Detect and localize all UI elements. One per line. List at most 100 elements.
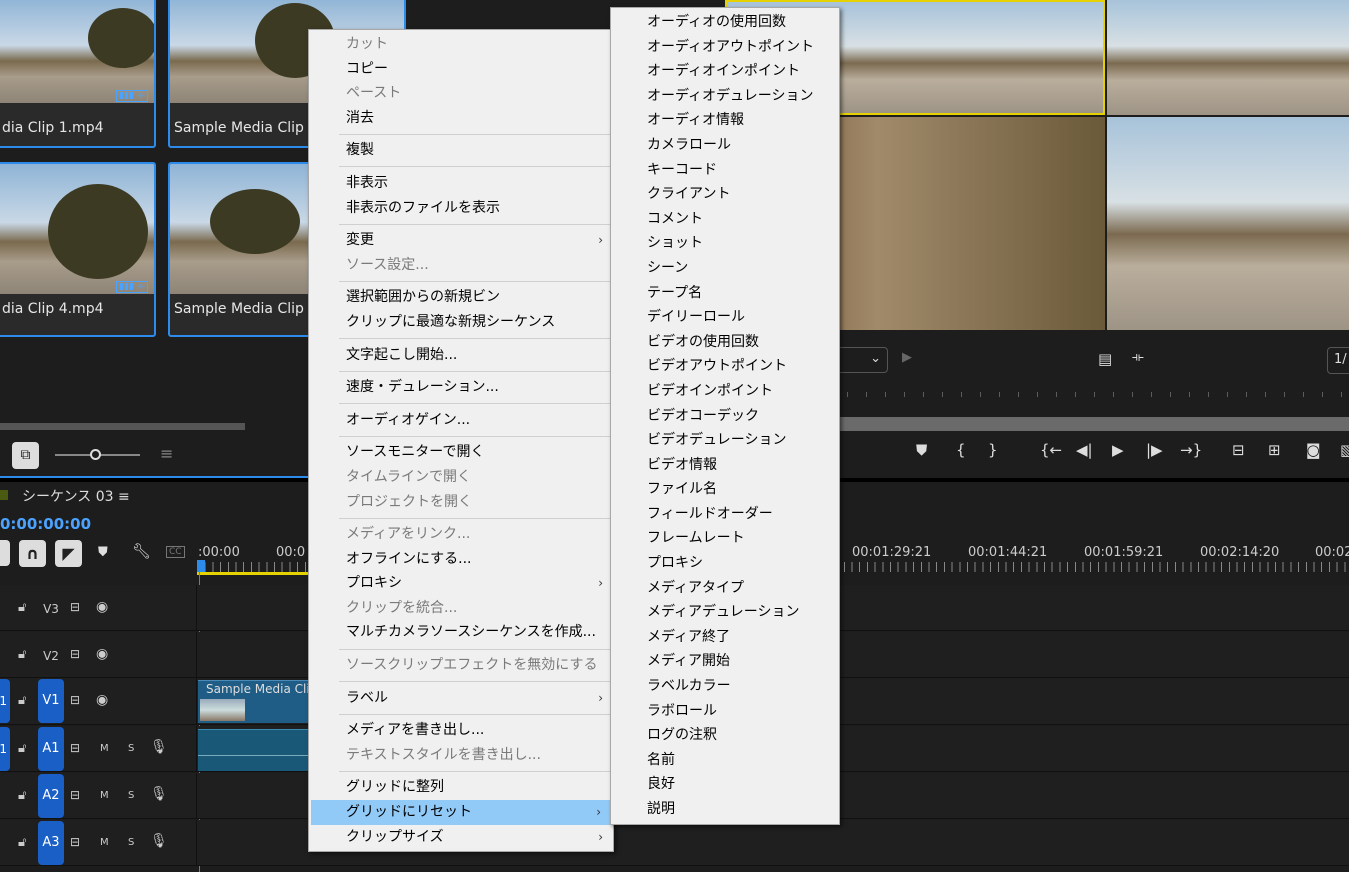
submenu-item[interactable]: ログの注釈	[611, 723, 839, 748]
submenu-item[interactable]: フィールドオーダー	[611, 502, 839, 527]
lock-icon[interactable]: 🔓︎	[18, 835, 26, 850]
step-back-icon[interactable]: ◀|	[1076, 441, 1093, 459]
menu-item[interactable]: ソースモニターで開く	[309, 440, 613, 465]
audio-clip[interactable]	[198, 729, 310, 771]
step-forward-icon[interactable]: |▶	[1146, 441, 1163, 459]
submenu-item[interactable]: ファイル名	[611, 477, 839, 502]
menu-item[interactable]: テキストスタイルを書き出し...	[309, 743, 613, 768]
microphone-icon[interactable]: 🎙︎	[150, 833, 168, 849]
sync-lock-icon[interactable]: ⊟	[70, 835, 80, 849]
menu-item[interactable]: 速度・デュレーション...	[309, 375, 613, 400]
submenu-item[interactable]: コメント	[611, 207, 839, 232]
microphone-icon[interactable]: 🎙︎	[150, 786, 168, 802]
menu-item[interactable]: ソースクリップエフェクトを無効にする	[309, 653, 613, 678]
comparison-view-icon[interactable]: ▧	[1340, 441, 1349, 459]
film-icon[interactable]: ▤	[1098, 350, 1112, 368]
submenu-item[interactable]: オーディオデュレーション	[611, 84, 839, 109]
submenu-item[interactable]: オーディオアウトポイント	[611, 35, 839, 60]
menu-item[interactable]: ペースト	[309, 81, 613, 106]
clip-thumbnail[interactable]: ▮▮▮ ⟛ dia Clip 1.mp4	[0, 0, 156, 148]
camera-icon[interactable]: ◙	[1306, 441, 1321, 459]
menu-item[interactable]: クリップを統合...	[309, 596, 613, 621]
menu-item[interactable]: メディアを書き出し...	[309, 718, 613, 743]
menu-item[interactable]: クリップサイズ ›	[309, 825, 613, 850]
track-target-toggle[interactable]: V3	[38, 602, 64, 616]
linked-selection-button[interactable]: ◤	[55, 540, 82, 567]
menu-item[interactable]: 消去	[309, 106, 613, 131]
submenu-item[interactable]: 良好	[611, 772, 839, 797]
menu-item[interactable]: オフラインにする...	[309, 547, 613, 572]
menu-item[interactable]: 非表示	[309, 171, 613, 196]
add-marker-icon[interactable]: ⛊	[98, 545, 108, 560]
menu-item[interactable]: グリッドに整列	[309, 775, 613, 800]
submenu-item[interactable]: メディア開始	[611, 649, 839, 674]
mark-in-icon[interactable]: {	[956, 441, 966, 459]
submenu-item[interactable]: メディアデュレーション	[611, 600, 839, 625]
horizontal-scrollbar[interactable]	[0, 423, 245, 430]
menu-item[interactable]: コピー	[309, 57, 613, 82]
track-target-toggle[interactable]: A2	[38, 774, 64, 818]
video-clip[interactable]: Sample Media Clip	[198, 680, 317, 723]
clip-thumbnail[interactable]: ▮▮▮ ⟛ dia Clip 4.mp4	[0, 162, 156, 337]
microphone-icon[interactable]: 🎙︎	[150, 739, 168, 755]
lock-icon[interactable]: 🔓︎	[18, 741, 26, 756]
menu-item[interactable]: メディアをリンク...	[309, 522, 613, 547]
menu-item[interactable]: カット	[309, 32, 613, 57]
menu-item[interactable]: 変更 ›	[309, 228, 613, 253]
menu-item[interactable]: ソース設定...	[309, 253, 613, 278]
menu-item[interactable]: プロキシ ›	[309, 571, 613, 596]
mute-button[interactable]: M	[100, 743, 109, 754]
track-target-toggle[interactable]: V2	[38, 649, 64, 663]
submenu-item[interactable]: オーディオの使用回数	[611, 10, 839, 35]
wrench-icon[interactable]: 🔧︎	[132, 542, 151, 560]
submenu-item[interactable]: カメラロール	[611, 133, 839, 158]
extract-icon[interactable]: ⊞	[1268, 441, 1281, 459]
submenu-item[interactable]: オーディオ情報	[611, 108, 839, 133]
insert-overwrite-button[interactable]	[0, 540, 10, 566]
menu-item[interactable]: ラベル ›	[309, 686, 613, 711]
menu-icon[interactable]: ≡	[118, 489, 130, 505]
work-area-bar[interactable]	[197, 572, 308, 575]
submenu-item[interactable]: テープ名	[611, 281, 839, 306]
source-patch[interactable]: 1	[0, 727, 10, 771]
submenu-item[interactable]: ビデオアウトポイント	[611, 354, 839, 379]
menu-item[interactable]: オーディオゲイン...	[309, 408, 613, 433]
submenu-item[interactable]: ビデオデュレーション	[611, 428, 839, 453]
submenu-item[interactable]: ラベルカラー	[611, 674, 839, 699]
submenu-item[interactable]: プロキシ	[611, 551, 839, 576]
submenu-item[interactable]: ビデオインポイント	[611, 379, 839, 404]
lock-icon[interactable]: 🔓︎	[18, 600, 26, 615]
track-target-toggle[interactable]: A1	[38, 727, 64, 771]
go-to-out-icon[interactable]: →}	[1180, 441, 1202, 459]
solo-button[interactable]: S	[128, 790, 134, 801]
submenu-item[interactable]: ビデオ情報	[611, 453, 839, 478]
menu-item[interactable]: 非表示のファイルを表示	[309, 196, 613, 221]
submenu-item[interactable]: ショット	[611, 231, 839, 256]
submenu-item[interactable]: オーディオインポイント	[611, 59, 839, 84]
menu-item[interactable]: タイムラインで開く	[309, 465, 613, 490]
play-icon[interactable]: ▶	[1112, 441, 1124, 459]
track-target-toggle[interactable]: A3	[38, 821, 64, 865]
submenu-item[interactable]: メディアタイプ	[611, 576, 839, 601]
playhead[interactable]	[197, 560, 205, 572]
menu-item[interactable]: 文字起こし開始...	[309, 343, 613, 368]
play-arrow-icon[interactable]: ▶	[902, 350, 912, 365]
submenu-item[interactable]: メディア終了	[611, 625, 839, 650]
lock-icon[interactable]: 🔓︎	[18, 788, 26, 803]
snap-button[interactable]: ∩	[19, 540, 46, 567]
submenu-item[interactable]: ビデオの使用回数	[611, 330, 839, 355]
freeform-view-button[interactable]: ⧉	[12, 442, 39, 469]
solo-button[interactable]: S	[128, 743, 134, 754]
submenu-item[interactable]: キーコード	[611, 158, 839, 183]
resolution-dropdown[interactable]: 1/	[1327, 347, 1349, 374]
captions-icon[interactable]: CC	[166, 546, 185, 558]
menu-item[interactable]: マルチカメラソースシーケンスを作成...	[309, 620, 613, 645]
track-target-toggle[interactable]: V1	[38, 679, 64, 723]
go-to-in-icon[interactable]: {←	[1040, 441, 1062, 459]
add-marker-icon[interactable]: ⛊	[916, 441, 927, 459]
submenu-item[interactable]: クライアント	[611, 182, 839, 207]
submenu-item[interactable]: シーン	[611, 256, 839, 281]
sync-lock-icon[interactable]: ⊟	[70, 600, 80, 614]
sync-lock-icon[interactable]: ⊟	[70, 647, 80, 661]
sync-lock-icon[interactable]: ⊟	[70, 693, 80, 707]
